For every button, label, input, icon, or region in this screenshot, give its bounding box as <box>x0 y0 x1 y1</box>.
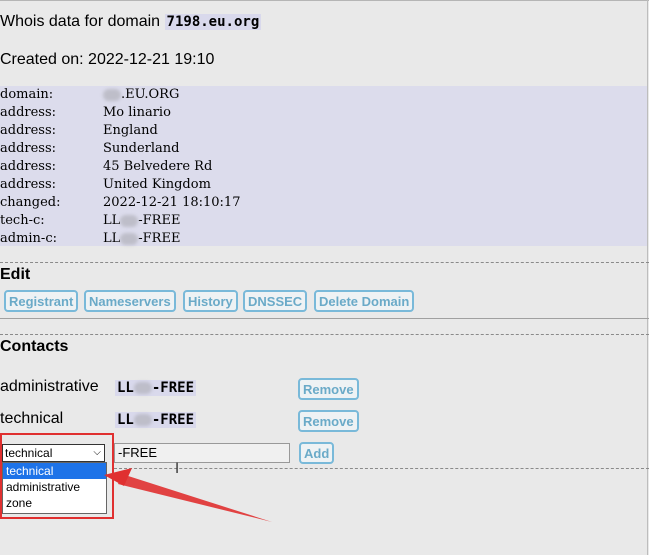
delete-domain-button[interactable]: Delete Domain <box>314 290 414 312</box>
whois-page: Whois data for domain 7198.eu.org Create… <box>0 0 649 555</box>
whois-value-text: United Kingdom <box>103 177 211 192</box>
whois-key: address: <box>0 140 56 158</box>
whois-value: Mo linario <box>103 104 171 122</box>
whois-key: changed: <box>0 194 61 212</box>
whois-key: admin-c: <box>0 230 57 248</box>
contact-handle-text: LL <box>117 412 134 428</box>
whois-value-text: Mo linario <box>103 105 171 120</box>
text-cursor-icon: I <box>175 461 179 477</box>
created-on: Created on: 2022-12-21 19:10 <box>0 50 214 70</box>
whois-key: address: <box>0 104 56 122</box>
whois-value-text: .EU.ORG <box>121 87 179 102</box>
whois-value: United Kingdom <box>103 176 211 194</box>
whois-key: address: <box>0 176 56 194</box>
remove-contact-button[interactable]: Remove <box>298 410 359 432</box>
redacted-blur <box>134 414 152 426</box>
contact-handle: LL -FREE <box>115 380 196 396</box>
whois-value-text: 45 Belvedere Rd <box>103 159 212 174</box>
nameservers-button[interactable]: Nameservers <box>84 290 176 312</box>
whois-key: address: <box>0 158 56 176</box>
whois-key: tech-c: <box>0 212 45 230</box>
contact-handle-text: LL <box>117 380 134 396</box>
whois-value-text: -FREE <box>138 213 180 228</box>
redacted-blur <box>120 215 138 227</box>
whois-value-text: LL <box>103 213 120 228</box>
contacts-heading: Contacts <box>0 338 68 356</box>
whois-value-text: LL <box>103 231 120 246</box>
divider <box>0 318 649 319</box>
top-border <box>0 0 649 1</box>
contact-type-label: technical <box>0 410 63 428</box>
whois-value-text: -FREE <box>138 231 180 246</box>
contact-handle-text: -FREE <box>152 412 194 428</box>
whois-key: address: <box>0 122 56 140</box>
history-button[interactable]: History <box>183 290 238 312</box>
registrant-button[interactable]: Registrant <box>4 290 78 312</box>
title-prefix: Whois data for domain <box>0 13 160 30</box>
domain-name: 7198.eu.org <box>165 14 262 30</box>
whois-value: Sunderland <box>103 140 179 158</box>
whois-value: England <box>103 122 158 140</box>
contact-handle-input[interactable]: -FREE <box>114 443 290 463</box>
remove-contact-button[interactable]: Remove <box>298 378 359 400</box>
contact-type-label: administrative <box>0 378 99 396</box>
whois-value: LL -FREE <box>103 230 180 248</box>
contact-handle-text: -FREE <box>152 380 194 396</box>
redacted-blur <box>103 89 121 101</box>
page-title: Whois data for domain 7198.eu.org <box>0 12 261 32</box>
whois-value-text: Sunderland <box>103 141 179 156</box>
contact-handle: LL -FREE <box>115 412 196 428</box>
whois-value: LL -FREE <box>103 212 180 230</box>
whois-key: domain: <box>0 86 53 104</box>
redacted-blur <box>120 233 138 245</box>
whois-value-text: England <box>103 123 158 138</box>
divider <box>114 468 649 469</box>
add-button[interactable]: Add <box>299 442 334 464</box>
whois-value: 2022-12-21 18:10:17 <box>103 194 240 212</box>
whois-record: domain: .EU.ORG address: Mo linario address:… <box>0 86 647 246</box>
edit-heading: Edit <box>0 266 30 284</box>
divider <box>0 262 649 263</box>
right-border <box>647 0 648 555</box>
divider <box>0 334 649 335</box>
dnssec-button[interactable]: DNSSEC <box>243 290 307 312</box>
whois-value: 45 Belvedere Rd <box>103 158 212 176</box>
whois-value: .EU.ORG <box>103 86 179 104</box>
redacted-blur <box>134 382 152 394</box>
annotation-highlight-box <box>0 433 114 519</box>
whois-value-text: 2022-12-21 18:10:17 <box>103 195 240 210</box>
